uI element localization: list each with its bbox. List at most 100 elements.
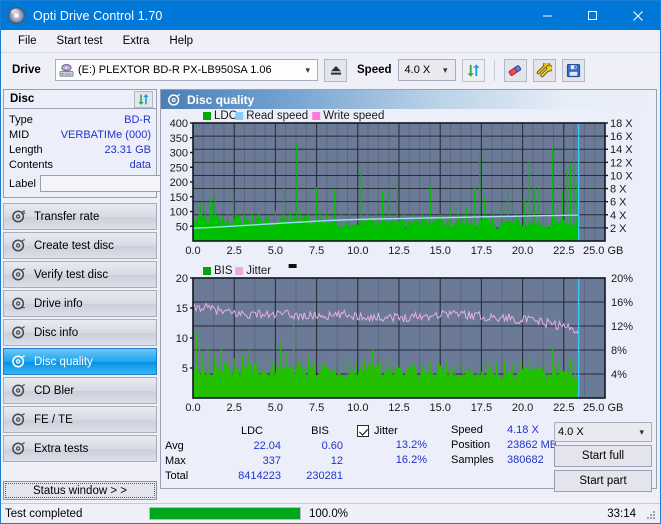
svg-text:14 X: 14 X <box>610 144 633 156</box>
disc-icon <box>167 93 181 107</box>
disc-icon <box>11 354 26 369</box>
sidebar-item-fe-te[interactable]: FE / TE <box>3 406 157 433</box>
svg-text:200: 200 <box>170 177 188 189</box>
stats-row-max-ldc: 337 <box>262 455 281 467</box>
svg-text:15: 15 <box>176 303 188 315</box>
sidebar-item-transfer-rate[interactable]: Transfer rate <box>3 203 157 230</box>
start-full-button[interactable]: Start full <box>554 445 652 467</box>
ldc-chart: 50 100 150 200 250 300 350 400 2 X4 X6 X8 X 10 X1… <box>161 109 656 264</box>
disc-panel-header: Disc <box>4 90 156 109</box>
sidebar-item-label: Disc quality <box>34 355 93 368</box>
samples-value: 380682 <box>507 454 544 466</box>
svg-text:5.0: 5.0 <box>268 402 283 414</box>
svg-text:25.0 GB: 25.0 GB <box>583 245 623 257</box>
jitter-label: Jitter <box>374 424 398 437</box>
resize-grip[interactable] <box>645 509 657 521</box>
svg-text:Write speed: Write speed <box>323 110 384 122</box>
disc-row-length-value: 23.31 GB <box>104 143 151 156</box>
svg-text:150: 150 <box>170 192 188 204</box>
page-title: Disc quality <box>187 92 255 107</box>
status-bar: Test completed 100.0% 33:14 <box>1 503 660 523</box>
menu-item-start-test[interactable]: Start test <box>48 33 112 49</box>
svg-text:17.5: 17.5 <box>471 402 492 414</box>
erase-button[interactable] <box>503 58 527 82</box>
svg-text:12 X: 12 X <box>610 157 633 169</box>
svg-text:25.0 GB: 25.0 GB <box>583 402 623 414</box>
disc-icon <box>11 325 26 340</box>
chevron-down-icon: ▾ <box>639 426 644 437</box>
stats-row-total-ldc: 8414223 <box>238 470 281 482</box>
svg-text:10 X: 10 X <box>610 170 633 182</box>
disc-panel-title: Disc <box>10 93 35 105</box>
status-text: Test completed <box>5 507 83 520</box>
tools-button[interactable] <box>532 58 556 82</box>
close-button[interactable] <box>615 1 660 30</box>
progress-percent: 100.0% <box>309 507 349 520</box>
speed-select[interactable]: 4.0 X ▾ <box>397 59 456 81</box>
refresh-button[interactable] <box>461 58 485 82</box>
sidebar-item-verify-test-disc[interactable]: Verify test disc <box>3 261 157 288</box>
window-controls <box>525 1 660 30</box>
svg-text:400: 400 <box>170 118 188 130</box>
stats-row-avg-ldc: 22.04 <box>253 440 281 452</box>
disc-row-length: Length 23.31 GB <box>9 142 151 157</box>
stats-row-max-bis: 12 <box>330 455 343 467</box>
start-part-button[interactable]: Start part <box>554 470 652 492</box>
svg-text:2 X: 2 X <box>610 223 627 235</box>
disc-row-type-value: BD-R <box>124 113 151 126</box>
svg-text:300: 300 <box>170 148 188 160</box>
svg-text:2.5: 2.5 <box>227 245 242 257</box>
chevron-down-icon: ▾ <box>305 64 310 75</box>
speed-value: 4.0 X <box>404 64 431 76</box>
svg-text:4%: 4% <box>611 369 627 381</box>
save-button[interactable] <box>561 58 585 82</box>
bis-jitter-chart: 5 10 15 20 4% 8% 12% 16% 20% 0.0 2.5 5.0 7.5 10.0 12.5… <box>161 264 656 422</box>
svg-text:20%: 20% <box>611 273 633 285</box>
disc-icon <box>11 383 26 398</box>
drive-label: Drive <box>12 64 41 76</box>
disc-refresh-button[interactable] <box>134 90 153 108</box>
svg-text:16 X: 16 X <box>610 131 633 143</box>
menu-item-file[interactable]: File <box>9 33 46 49</box>
jitter-checkbox[interactable] <box>357 424 369 437</box>
sidebar-item-create-test-disc[interactable]: Create test disc <box>3 232 157 259</box>
svg-text:100: 100 <box>170 207 188 219</box>
main-area: Disc Type BD-R MID VERBATIMe (000) Lengt… <box>1 87 660 500</box>
sidebar: Disc Type BD-R MID VERBATIMe (000) Lengt… <box>1 87 210 500</box>
svg-text:10.0: 10.0 <box>347 402 368 414</box>
progress-bar <box>149 507 301 520</box>
drive-select[interactable]: (E:) PLEXTOR BD-R PX-LB950SA 1.06 ▾ <box>55 59 318 81</box>
svg-text:12.5: 12.5 <box>388 402 409 414</box>
sidebar-item-cd-bler[interactable]: CD Bler <box>3 377 157 404</box>
sidebar-item-label: Create test disc <box>34 239 114 252</box>
sidebar-item-disc-info[interactable]: Disc info <box>3 319 157 346</box>
menu-item-extra[interactable]: Extra <box>114 33 159 49</box>
jitter-checkbox-row[interactable]: Jitter <box>357 423 443 438</box>
sidebar-item-extra-tests[interactable]: Extra tests <box>3 435 157 462</box>
drive-value: (E:) PLEXTOR BD-R PX-LB950SA 1.06 <box>78 64 272 76</box>
drive-toolbar: Drive (E:) PLEXTOR BD-R PX-LB950SA 1.06 … <box>1 53 660 87</box>
sidebar-item-disc-quality[interactable]: Disc quality <box>3 348 157 375</box>
status-window-button[interactable]: Status window > > <box>3 481 157 500</box>
disc-icon <box>11 296 26 311</box>
svg-text:5.0: 5.0 <box>268 245 283 257</box>
eject-button[interactable] <box>324 58 347 82</box>
svg-text:8 X: 8 X <box>610 184 627 196</box>
svg-text:15.0: 15.0 <box>429 245 450 257</box>
bis-jitter-chart-svg: 5 10 15 20 4% 8% 12% 16% 20% 0.0 2.5 5.0 7.5 10.0 12.5… <box>176 264 633 414</box>
stats-header-ldc: LDC <box>240 425 263 437</box>
maximize-button[interactable] <box>570 1 615 30</box>
menu-item-help[interactable]: Help <box>160 33 202 49</box>
svg-text:12.5: 12.5 <box>388 245 409 257</box>
disc-quality-panel: Disc quality 50 100 150 200 250 300 350 400 2 X4… <box>160 89 657 492</box>
test-speed-select[interactable]: 4.0 X ▾ <box>554 422 652 442</box>
disc-icon <box>11 238 26 253</box>
sidebar-item-drive-info[interactable]: Drive info <box>3 290 157 317</box>
svg-text:15.0: 15.0 <box>429 402 450 414</box>
content-area: Disc quality 50 100 150 200 250 300 350 400 2 X4… <box>160 87 660 492</box>
svg-text:0.0: 0.0 <box>185 245 200 257</box>
svg-text:17.5: 17.5 <box>471 245 492 257</box>
svg-text:BIS: BIS <box>214 265 233 277</box>
minimize-button[interactable] <box>525 1 570 30</box>
